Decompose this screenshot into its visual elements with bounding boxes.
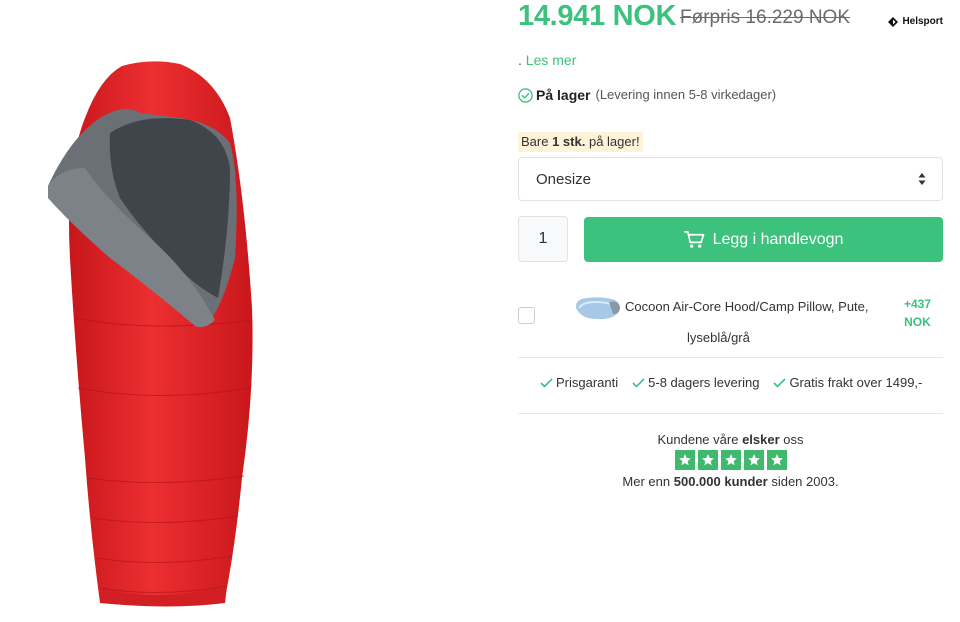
star-icon xyxy=(766,450,787,470)
addon-item: Cocoon Air-Core Hood/Camp Pillow, Pute, … xyxy=(518,288,943,350)
benefit-label: 5-8 dagers levering xyxy=(648,375,760,390)
shopping-cart-icon xyxy=(683,231,704,248)
add-to-cart-button[interactable]: Legg i handlevogn xyxy=(584,217,943,262)
star-icon xyxy=(743,450,764,470)
addon-variant: lyseblå/grå xyxy=(687,330,750,345)
addon-name[interactable]: Cocoon Air-Core Hood/Camp Pillow, Pute, xyxy=(625,299,869,314)
star-icon xyxy=(720,450,741,470)
quantity-input[interactable]: 1 xyxy=(518,216,568,262)
brand-logo[interactable]: Helsport xyxy=(888,16,943,27)
benefit-price-guarantee: Prisgaranti xyxy=(540,375,618,390)
read-more: . Les mer xyxy=(518,52,576,68)
low-stock-suffix: på lager! xyxy=(588,134,640,149)
price-row: 14.941 NOK Førpris 16.229 NOK Helsport xyxy=(518,0,943,34)
benefit-delivery: 5-8 dagers levering xyxy=(632,375,759,390)
divider xyxy=(518,357,943,358)
pillow-thumbnail-icon xyxy=(575,297,620,320)
read-more-prefix: . xyxy=(518,52,522,68)
addon-price-currency: NOK xyxy=(904,315,931,329)
size-selected-value: Onesize xyxy=(536,170,592,188)
check-icon xyxy=(632,377,645,388)
star-icon xyxy=(674,450,695,470)
divider xyxy=(518,413,943,414)
check-icon xyxy=(540,377,553,388)
benefit-label: Gratis frakt over 1499,- xyxy=(789,375,923,390)
product-image-sleeping-bag xyxy=(48,61,253,607)
old-price: Førpris 16.229 NOK xyxy=(680,7,850,28)
helsport-logo-icon xyxy=(888,16,899,27)
addon-price: +437 NOK xyxy=(904,295,931,331)
size-select[interactable]: Onesize xyxy=(518,157,943,201)
low-stock-badge: Bare 1 stk. på lager! xyxy=(518,132,643,152)
addon-price-amount: +437 xyxy=(903,297,931,311)
reviews-prefix: Kundene våre xyxy=(657,432,739,447)
customers-count: 500.000 kunder xyxy=(673,474,768,489)
reviews-suffix: oss xyxy=(783,432,804,447)
reviews-customers: Mer enn 500.000 kunder siden 2003. xyxy=(518,474,943,489)
brand-name: Helsport xyxy=(902,16,943,27)
low-stock-prefix: Bare xyxy=(521,134,549,149)
benefit-label: Prisgaranti xyxy=(556,375,619,390)
stock-label: På lager xyxy=(536,87,591,103)
stock-status: På lager (Levering innen 5-8 virkedager) xyxy=(518,87,776,103)
benefits-list: Prisgaranti 5-8 dagers levering Gratis f… xyxy=(540,375,922,390)
benefit-free-shipping: Gratis frakt over 1499,- xyxy=(773,375,922,390)
check-icon xyxy=(773,377,787,388)
add-to-cart-label: Legg i handlevogn xyxy=(712,230,844,248)
in-stock-check-icon xyxy=(518,87,533,103)
delivery-estimate: (Levering innen 5-8 virkedager) xyxy=(595,87,777,102)
low-stock-count: 1 stk. xyxy=(552,134,586,149)
customers-suffix: siden 2003. xyxy=(771,474,839,489)
reviews-widget[interactable]: Kundene våre elsker oss Mer enn 500.000 … xyxy=(518,432,943,489)
customers-prefix: Mer enn xyxy=(622,474,671,489)
star-rating xyxy=(518,450,943,470)
addon-checkbox[interactable] xyxy=(518,307,535,324)
reviews-headline: Kundene våre elsker oss xyxy=(518,432,943,447)
current-price: 14.941 NOK xyxy=(518,0,677,32)
reviews-emphasis: elsker xyxy=(742,432,780,447)
select-arrows-icon xyxy=(918,173,926,185)
star-icon xyxy=(697,450,718,470)
read-more-link[interactable]: Les mer xyxy=(526,52,577,68)
